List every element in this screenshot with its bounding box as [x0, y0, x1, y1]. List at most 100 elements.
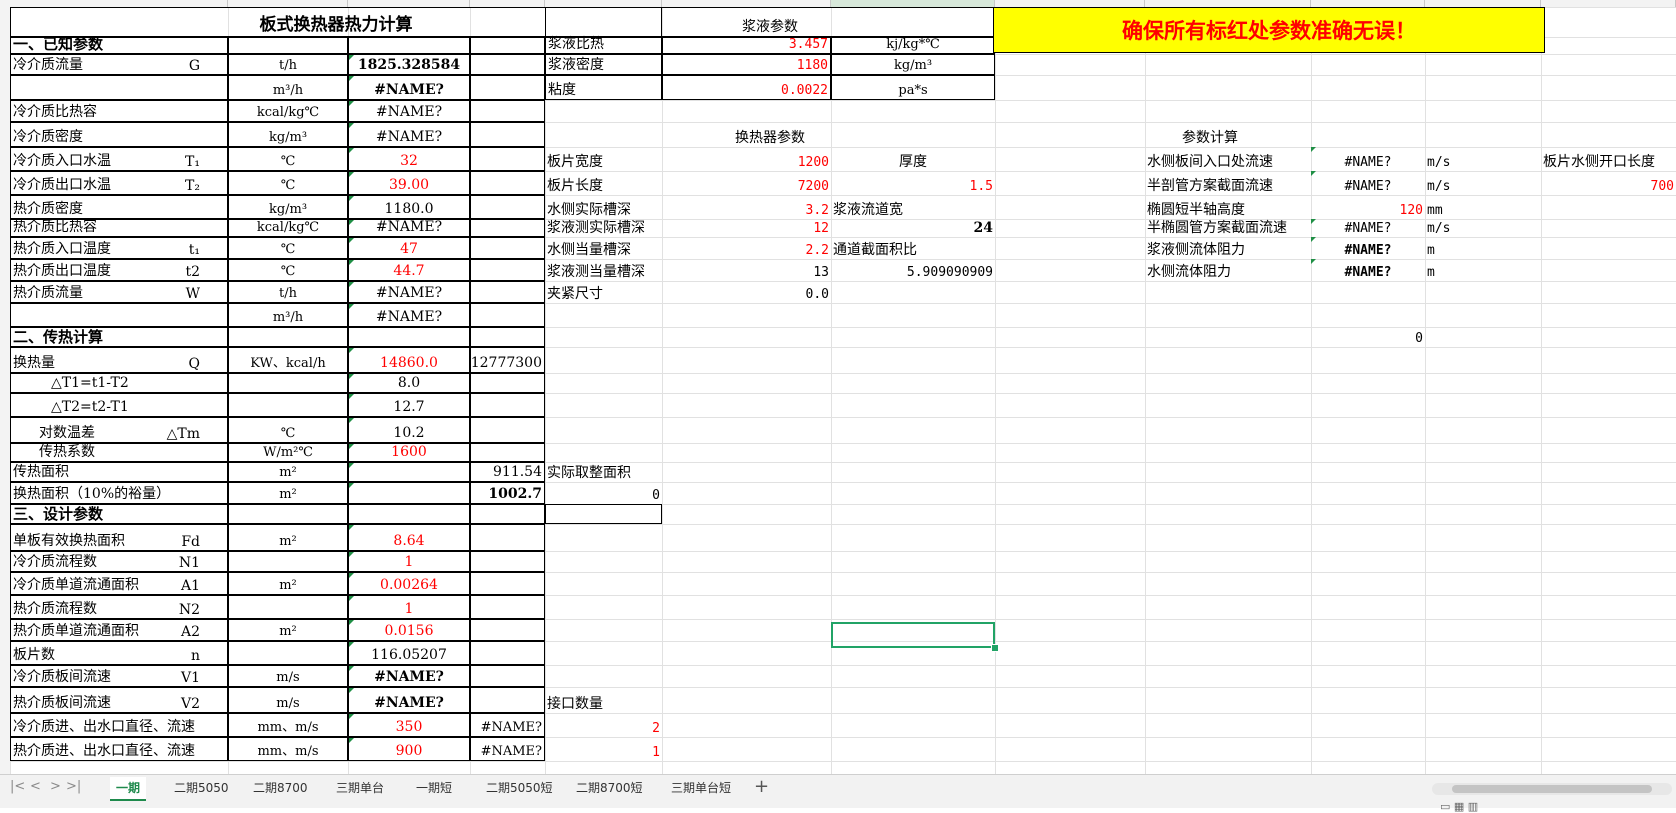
hx-value[interactable]: 1200 — [662, 147, 831, 171]
cell[interactable] — [470, 303, 545, 327]
cell[interactable] — [470, 219, 545, 237]
calc-value[interactable]: 700 — [1541, 171, 1676, 195]
calc-value[interactable]: #NAME? — [1311, 237, 1425, 259]
param-name[interactable]: 冷介质流程数 — [10, 551, 228, 572]
hx-value[interactable]: 5.909090909 — [831, 259, 995, 281]
sheet-tab[interactable]: 一期 — [110, 777, 147, 801]
param-name[interactable] — [10, 75, 228, 100]
param-name[interactable]: 冷介质入口水温 — [10, 147, 228, 171]
column-header-cell[interactable] — [1425, 0, 1541, 7]
param-unit[interactable]: W/m²℃ — [228, 443, 348, 462]
param-value[interactable]: 8.64 — [348, 524, 470, 551]
slurry-param-value[interactable]: 0.0022 — [662, 75, 831, 100]
cell[interactable] — [470, 195, 545, 219]
hx-value[interactable]: 0 — [545, 482, 662, 504]
cell[interactable] — [470, 75, 545, 100]
param-unit[interactable]: m² — [228, 462, 348, 482]
param-unit[interactable]: t/h — [228, 54, 348, 75]
param-unit[interactable] — [228, 393, 348, 417]
section-header-design[interactable]: 三、设计参数 — [10, 504, 228, 524]
cell[interactable] — [470, 393, 545, 417]
param-value[interactable] — [348, 462, 470, 482]
add-sheet-icon[interactable]: + — [754, 776, 769, 797]
param-value[interactable]: 47 — [348, 237, 470, 259]
param-value[interactable]: 1 — [348, 551, 470, 572]
cell[interactable] — [470, 54, 545, 75]
param-name[interactable]: 热介质入口温度 — [10, 237, 228, 259]
param-name[interactable]: 换热面积（10%的裕量） — [10, 482, 228, 504]
cell[interactable] — [470, 665, 545, 687]
param-value[interactable]: 39.00 — [348, 171, 470, 195]
cell[interactable] — [348, 504, 470, 524]
param-name[interactable]: 冷介质比热容 — [10, 100, 228, 122]
cell[interactable] — [470, 641, 545, 665]
param-value[interactable]: 12.7 — [348, 393, 470, 417]
param-value[interactable]: 1600 — [348, 443, 470, 462]
param-value[interactable]: #NAME? — [348, 303, 470, 327]
cell[interactable] — [348, 327, 470, 347]
hx-value[interactable]: 7200 — [662, 171, 831, 195]
param-value[interactable]: 1825.328584 — [348, 54, 470, 75]
param-name[interactable]: 热介质进、出水口直径、流速 — [10, 737, 228, 761]
param-value[interactable]: 1180.0 — [348, 195, 470, 219]
param-name[interactable]: 热介质比热容 — [10, 219, 228, 237]
param-name[interactable]: 热介质流程数 — [10, 595, 228, 619]
cell[interactable] — [470, 259, 545, 281]
column-header-cell[interactable] — [1311, 0, 1425, 7]
calc-value[interactable]: 120 — [1311, 195, 1425, 219]
param-unit[interactable]: ℃ — [228, 237, 348, 259]
slurry-param-name[interactable]: 浆液比热 — [545, 36, 662, 54]
calc-name[interactable]: 半剖管方案截面流速 — [1145, 171, 1311, 195]
hx-label[interactable]: 通道截面积比 — [831, 237, 995, 259]
cell[interactable] — [470, 619, 545, 641]
next-sheet-button[interactable]: > — [50, 779, 61, 794]
param-unit[interactable]: m/s — [228, 665, 348, 687]
hx-label[interactable]: 夹紧尺寸 — [545, 281, 662, 303]
sheet-tab[interactable]: 二期8700短 — [570, 777, 649, 799]
prev-sheet-button[interactable]: < — [30, 779, 41, 794]
param-unit[interactable]: t/h — [228, 281, 348, 303]
calc-unit[interactable]: m/s — [1425, 171, 1541, 195]
param-unit[interactable]: m³/h — [228, 303, 348, 327]
param-name[interactable]: 板片数 — [10, 641, 228, 665]
param-name[interactable]: 传热面积 — [10, 462, 228, 482]
cell[interactable] — [470, 443, 545, 462]
param-name[interactable]: 冷介质密度 — [10, 122, 228, 147]
param-name[interactable]: 换热量 — [10, 347, 228, 373]
cell[interactable] — [470, 551, 545, 572]
param-name[interactable]: 冷介质单道流通面积 — [10, 572, 228, 595]
param-unit[interactable]: mm、m/s — [228, 737, 348, 761]
param-name[interactable]: 冷介质流量 — [10, 54, 228, 75]
hx-label[interactable]: 水侧实际槽深 — [545, 195, 662, 219]
param-name[interactable]: 单板有效换热面积 — [10, 524, 228, 551]
param-value[interactable]: 44.7 — [348, 259, 470, 281]
param-unit[interactable] — [228, 641, 348, 665]
param-unit[interactable]: m² — [228, 572, 348, 595]
cell[interactable] — [470, 147, 545, 171]
param-unit[interactable]: ℃ — [228, 171, 348, 195]
cell[interactable] — [470, 281, 545, 303]
param-value[interactable]: #NAME? — [348, 75, 470, 100]
slurry-param-unit[interactable]: pa*s — [831, 75, 995, 100]
param-value[interactable]: 0.0156 — [348, 619, 470, 641]
cell[interactable] — [545, 504, 662, 524]
selected-cell[interactable] — [831, 622, 995, 648]
param-unit[interactable]: KW、kcal/h — [228, 347, 348, 373]
hx-value[interactable]: 24 — [831, 219, 995, 237]
hx-label[interactable]: 实际取整面积 — [545, 462, 662, 482]
param-value[interactable]: 900 — [348, 737, 470, 761]
param-name[interactable]: △T1=t1-T2 — [10, 373, 228, 393]
param-name[interactable]: 冷介质进、出水口直径、流速 — [10, 713, 228, 737]
param-unit[interactable]: kcal/kg℃ — [228, 219, 348, 237]
param-unit[interactable]: m/s — [228, 687, 348, 713]
calc-title[interactable]: 参数计算 — [995, 122, 1425, 147]
param-extra[interactable]: 1002.7 — [470, 482, 545, 504]
param-unit[interactable]: m² — [228, 619, 348, 641]
param-value[interactable]: #NAME? — [348, 219, 470, 237]
cell[interactable] — [470, 687, 545, 713]
hx-label[interactable]: 接口数量 — [545, 687, 662, 713]
column-header-cell[interactable] — [10, 0, 228, 7]
column-header-cell[interactable] — [348, 0, 470, 7]
calc-value[interactable]: #NAME? — [1311, 219, 1425, 237]
param-extra[interactable]: #NAME? — [470, 737, 545, 761]
